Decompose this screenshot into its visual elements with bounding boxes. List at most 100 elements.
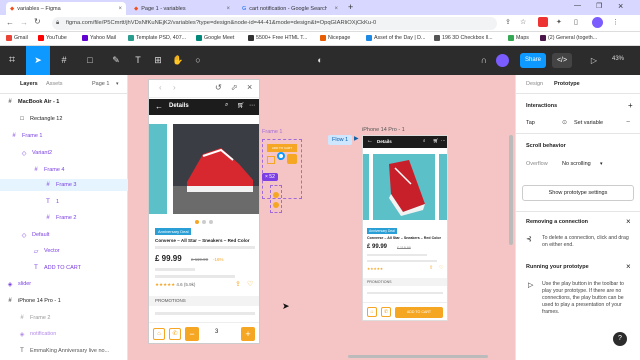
add-interaction-icon[interactable]: + (628, 101, 633, 110)
flow-play-icon[interactable]: ▶ (354, 135, 359, 142)
bookmark-yahoo[interactable]: Yahoo Mail (82, 35, 116, 41)
layer-slider[interactable]: ◈ slider (0, 278, 128, 290)
layer-frame1[interactable]: # Frame 1 (0, 130, 128, 142)
close-icon[interactable]: × (226, 6, 230, 12)
close-icon[interactable]: × (247, 82, 252, 92)
close-icon[interactable]: × (626, 262, 631, 271)
text-tool-icon[interactable]: T (132, 55, 144, 66)
prototype-preview-frame[interactable]: ‹ › ↺ ⬀ × ← Details ⌕ 🛒︎ ⋯ Anniversary D… (148, 79, 260, 344)
store-icon[interactable]: ⌂ (153, 328, 165, 340)
layer-emmaking[interactable]: T EmmaKing Anniversary live no... (0, 345, 128, 357)
layer-frame3[interactable]: # Frame 3 (0, 179, 128, 191)
layer-text-1[interactable]: T1 (0, 196, 128, 208)
vertical-scrollbar[interactable] (509, 135, 513, 245)
rectangle-tool-icon[interactable]: □ (84, 55, 96, 66)
product-image[interactable] (173, 124, 259, 214)
reload-icon[interactable]: ↻ (34, 17, 41, 26)
url-field[interactable]: 🔒︎ figma.com/file/P5Cmrtt/jhVDsNfKuNEjK2… (52, 17, 497, 30)
heart-icon[interactable]: ♡ (247, 280, 253, 288)
hand-tool-icon[interactable]: ✋ (172, 55, 184, 66)
profile-avatar[interactable] (592, 17, 603, 28)
share-button[interactable]: Share (520, 53, 546, 68)
bookmark-gmail[interactable]: Gmail (6, 35, 28, 41)
more-icon[interactable]: ⋯ (249, 102, 255, 109)
chevron-down-icon[interactable]: ▾ (600, 161, 603, 167)
tab-prototype[interactable]: Prototype (554, 81, 580, 87)
share-icon[interactable]: ⇪ (235, 280, 241, 288)
design-canvas[interactable]: ‹ › ↺ ⬀ × ← Details ⌕ 🛒︎ ⋯ Anniversary D… (128, 75, 515, 360)
dev-mode-toggle[interactable]: </> (552, 53, 572, 68)
connection-node-icon[interactable] (277, 152, 285, 160)
extension-icon[interactable] (538, 17, 548, 27)
layer-macbook[interactable]: # MacBook Air - 1 (0, 96, 128, 108)
zoom-level[interactable]: 43% (612, 56, 624, 62)
layer-frame4[interactable]: # Frame 4 (0, 164, 128, 176)
play-icon[interactable]: ▷ (588, 55, 600, 66)
user-avatar[interactable] (496, 54, 509, 67)
flow-label[interactable]: Flow 1 (328, 135, 353, 145)
layer-frame2-b[interactable]: # Frame 2 (0, 312, 128, 324)
new-tab-button[interactable]: + (348, 2, 353, 12)
bookmark-asset[interactable]: Asset of the Day | D... (366, 35, 425, 41)
tab-google[interactable]: G cart notification - Google Search × (238, 2, 342, 15)
layer-rectangle[interactable]: □ Rectangle 12 (0, 113, 128, 125)
layer-notification[interactable]: ◈ notification (0, 328, 128, 340)
add-to-cart-button[interactable]: ADD TO CART (395, 307, 443, 318)
chevron-down-icon[interactable]: ▾ (116, 81, 119, 87)
contrast-icon[interactable]: ◐ (314, 55, 326, 66)
share-page-icon[interactable]: ⇪ (505, 18, 511, 26)
bookmark-youtube[interactable]: YouTube (38, 35, 67, 41)
overflow-select[interactable]: No scrolling (562, 161, 591, 167)
tab-figma[interactable]: ◆ variables – Figma × (6, 2, 126, 15)
back-icon[interactable]: ← (155, 102, 163, 111)
layer-add-to-cart[interactable]: T ADD TO CART (0, 262, 128, 274)
more-menu-icon[interactable]: ⋮ (612, 18, 619, 26)
tab-assets[interactable]: Assets (46, 81, 63, 87)
sidebar-icon[interactable]: ▯ (574, 18, 578, 26)
iphone-label[interactable]: iPhone 14 Pro - 1 (362, 127, 405, 133)
extensions-puzzle-icon[interactable]: ✦ (556, 18, 562, 26)
horizontal-scrollbar[interactable] (348, 355, 488, 358)
frame-tool-icon[interactable]: # (58, 55, 70, 66)
page-selector[interactable]: Page 1 (92, 81, 109, 87)
tab-layers[interactable]: Layers (20, 81, 38, 87)
layer-iphone[interactable]: # iPhone 14 Pro - 1 (0, 295, 128, 307)
back-arrow-icon[interactable]: ‹ (159, 83, 162, 92)
headphones-icon[interactable]: ∩ (478, 55, 490, 66)
slider-variant[interactable] (270, 185, 282, 213)
back-icon[interactable]: ← (6, 18, 14, 27)
minus-icon[interactable]: − (626, 119, 630, 126)
bookmark-template[interactable]: Template PSD, 407... (128, 35, 186, 41)
show-prototype-settings-button[interactable]: Show prototype settings (522, 185, 634, 201)
restart-icon[interactable]: ↺ (215, 83, 222, 92)
plus-button[interactable]: + (241, 327, 255, 341)
bookmark-nicepage[interactable]: Nicepage (320, 35, 350, 41)
close-icon[interactable]: × (118, 6, 122, 12)
iphone-frame[interactable]: ← Details ⌕ 🛒︎ ⋯ Anniversary Deal Conver… (362, 135, 448, 321)
bookmark-checkbox[interactable]: 196 3D Checkbox Il... (434, 35, 493, 41)
tab-design[interactable]: Design (526, 81, 543, 87)
pen-tool-icon[interactable]: ✎ (110, 55, 122, 66)
close-icon[interactable]: × (626, 217, 631, 226)
search-icon[interactable]: ⌕ (225, 102, 228, 109)
close-icon[interactable]: × (334, 6, 338, 12)
bookmark-meet[interactable]: Google Meet (196, 35, 234, 41)
frame1-label[interactable]: Frame 1 (262, 129, 282, 135)
phone-icon[interactable]: ✆ (169, 328, 181, 340)
close-window-icon[interactable]: × (618, 1, 623, 11)
resources-icon[interactable]: ⊞ (152, 55, 164, 66)
minus-button[interactable]: − (185, 327, 199, 341)
bookmark-html[interactable]: 5500+ Free HTML T... (248, 35, 307, 41)
bookmark-general[interactable]: (2) General (togeth... (540, 35, 636, 41)
layer-frame2[interactable]: # Frame 2 (0, 212, 128, 224)
frame1-component[interactable]: ADD TO CART 1 (262, 139, 302, 199)
slider-image-prev[interactable] (149, 124, 167, 214)
layer-default[interactable]: ◇ Default (0, 229, 128, 241)
layer-vector[interactable]: ▱ Vector (0, 245, 128, 257)
tab-page1[interactable]: ◆ Page 1 - variables × (130, 2, 234, 15)
minimize-icon[interactable]: — (574, 2, 581, 9)
comment-tool-icon[interactable]: ○ (192, 55, 204, 66)
cart-icon[interactable]: 🛒︎ (237, 102, 245, 109)
action-label[interactable]: Set variable (574, 120, 603, 126)
forward-icon[interactable]: → (20, 18, 28, 27)
